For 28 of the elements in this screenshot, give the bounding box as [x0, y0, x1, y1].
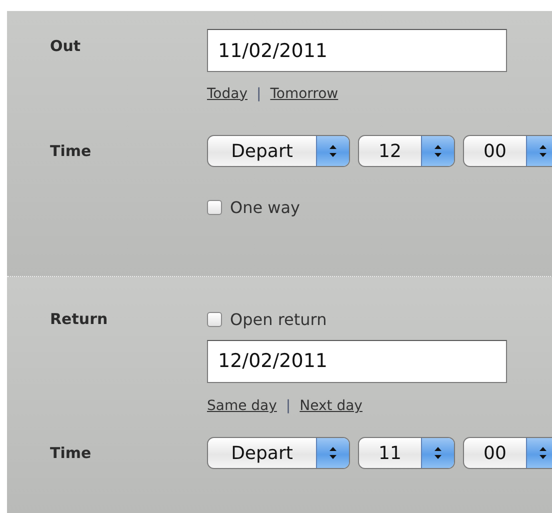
- select-dropdown[interactable]: Depart: [207, 135, 350, 167]
- checkbox[interactable]: [207, 312, 222, 326]
- date-field[interactable]: 12/02/2011: [207, 340, 507, 382]
- stepper-icon: [421, 438, 454, 468]
- field-label: Out: [50, 36, 82, 55]
- date-field[interactable]: 11/02/2011: [207, 29, 507, 72]
- field-label: Time: [50, 444, 92, 462]
- select-dropdown[interactable]: 00: [463, 437, 552, 469]
- stepper-icon: [316, 438, 349, 468]
- date-link[interactable]: Same day: [207, 398, 277, 414]
- stepper-icon: [526, 136, 552, 166]
- date-link[interactable]: Next day: [300, 398, 362, 414]
- stepper-icon: [316, 136, 349, 166]
- checkbox[interactable]: [207, 200, 222, 214]
- select-dropdown[interactable]: 11: [358, 437, 455, 469]
- date-link[interactable]: Today: [207, 86, 248, 102]
- checkbox-label: One way: [230, 198, 300, 216]
- select-dropdown[interactable]: Depart: [207, 437, 350, 469]
- link-separator: |: [256, 86, 262, 102]
- select-dropdown[interactable]: 00: [463, 135, 552, 167]
- link-separator: |: [286, 398, 291, 414]
- checkbox-label: Open return: [230, 310, 327, 328]
- stepper-icon: [421, 136, 454, 166]
- date-link[interactable]: Tomorrow: [270, 86, 338, 102]
- field-label: Return: [50, 310, 109, 328]
- field-label: Time: [50, 142, 92, 160]
- select-dropdown[interactable]: 12: [358, 135, 455, 167]
- stepper-icon: [526, 438, 552, 468]
